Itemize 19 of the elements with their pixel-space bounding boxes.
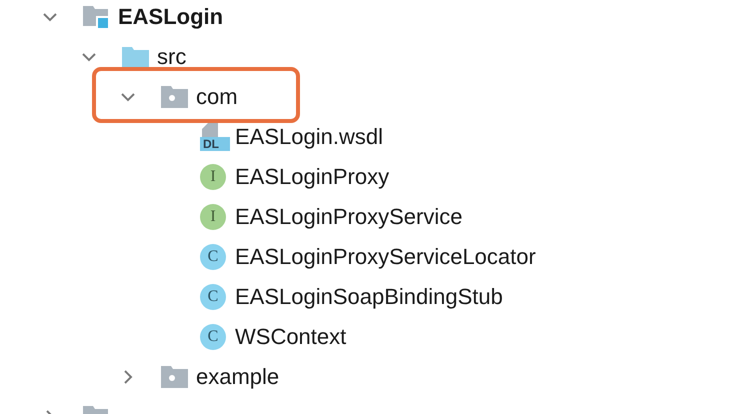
tree-item-label[interactable]: EASLoginProxyService	[235, 204, 462, 230]
tree-item-label[interactable]: EASLoginProxyServiceLocator	[235, 244, 536, 270]
tree-item-label[interactable]: src	[157, 44, 186, 70]
class-icon: C	[200, 244, 226, 270]
tree-item-label[interactable]: EASLogin	[118, 4, 224, 30]
class-icon: C	[200, 324, 226, 350]
tree-item-label[interactable]: EASLoginSoapBindingStub	[235, 284, 503, 310]
tree-item-label[interactable]: example	[196, 364, 280, 390]
interface-icon: I	[200, 164, 226, 190]
package-folder-icon	[161, 86, 188, 108]
tree-item-label[interactable]: WSContext	[235, 324, 346, 350]
module-folder-icon	[83, 4, 110, 30]
tree-item-label[interactable]: EASLoginProxy	[235, 164, 390, 190]
tree-item-label[interactable]: EASLogin.wsdl	[235, 124, 383, 150]
package-folder-icon	[161, 366, 188, 388]
interface-icon: I	[200, 204, 226, 230]
folder-icon	[122, 45, 149, 69]
tree-item-label[interactable]: com	[196, 84, 238, 110]
class-icon: C	[200, 284, 226, 310]
